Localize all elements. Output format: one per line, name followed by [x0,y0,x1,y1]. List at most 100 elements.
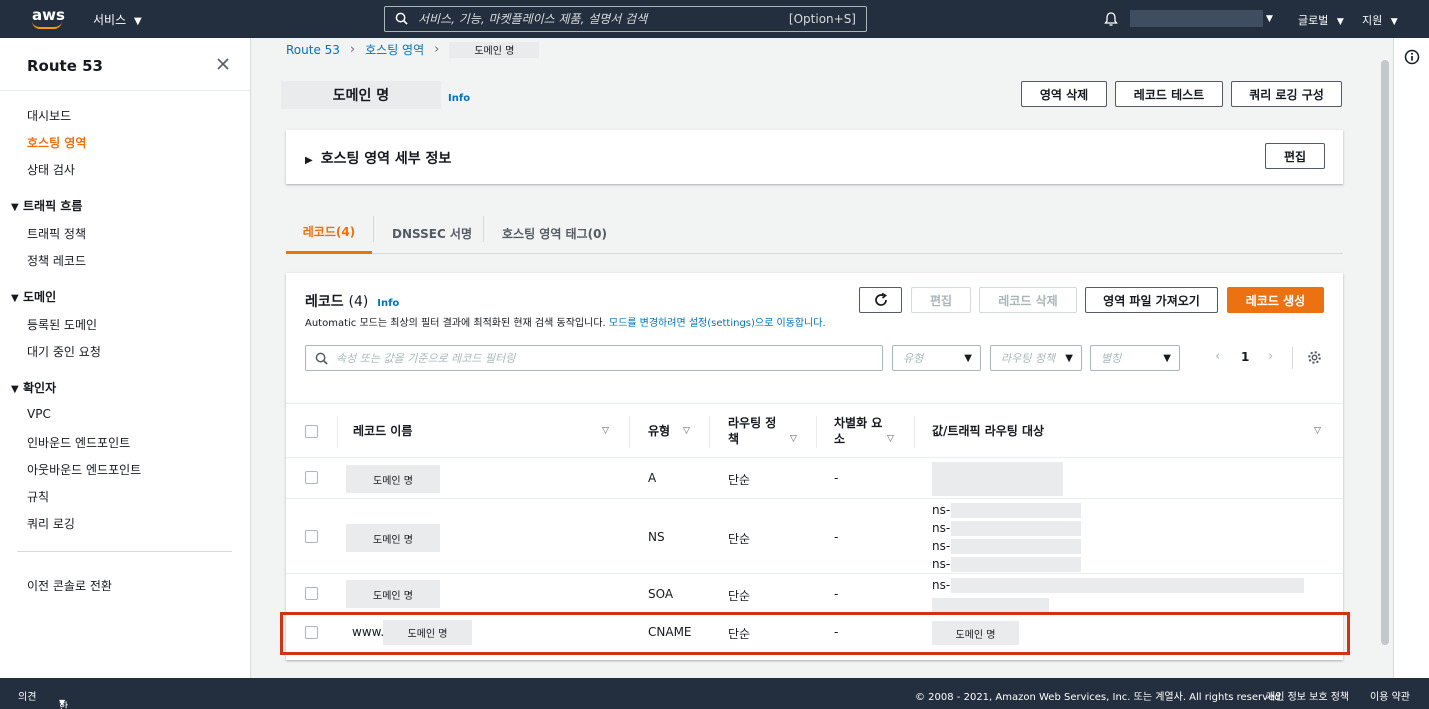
import-zone-file-button[interactable]: 영역 파일 가져오기 [1085,287,1218,313]
configure-query-logging-button[interactable]: 쿼리 로깅 구성 [1231,81,1342,107]
row-checkbox[interactable] [305,530,318,543]
search-shortcut: [Option+S] [788,12,856,26]
sidebar-item-outbound-endpoints[interactable]: 아웃바운드 엔드포인트 [27,461,141,478]
next-page-icon[interactable]: › [1268,349,1273,364]
record-type: A [648,471,657,485]
caret-down-icon: ▼ [11,293,19,304]
edit-details-button[interactable]: 편집 [1265,143,1325,169]
sidebar-item-pending-requests[interactable]: 대기 중인 요청 [27,343,101,360]
account-menu-button[interactable] [1130,10,1263,27]
refresh-button[interactable] [859,287,902,313]
page-title: 도메인 명 [281,81,441,109]
create-record-button[interactable]: 레코드 생성 [1227,287,1324,313]
sidebar-title[interactable]: Route 53 [27,57,103,75]
hosted-zone-details-toggle[interactable]: ▶ 호스팅 영역 세부 정보 [305,148,451,168]
row-checkbox[interactable] [305,587,318,600]
hosted-zone-details-panel: ▶ 호스팅 영역 세부 정보 편집 [286,130,1343,184]
row-checkbox[interactable] [305,471,318,484]
record-filter-input[interactable] [336,350,866,367]
select-all-checkbox[interactable] [305,425,318,438]
record-value: ns- [932,578,951,592]
caret-right-icon: ▶ [305,155,313,166]
caret-down-icon: ▼ [1163,353,1171,364]
column-routing-policy[interactable]: 라우팅 정책 [728,415,784,447]
record-differentiator: - [834,587,839,601]
test-record-button[interactable]: 레코드 테스트 [1115,81,1223,107]
page-info-link[interactable]: Info [448,93,470,104]
chevron-right-icon: › [434,42,440,57]
record-type: SOA [648,587,674,601]
terms-link[interactable]: 이용 약관 [1370,688,1410,703]
global-search-input[interactable] [418,10,768,28]
current-page[interactable]: 1 [1241,350,1249,364]
table-row[interactable]: 도메인 명 NS 단순 - ns- ns- ns- ns- [286,499,1343,574]
sidebar-item-inbound-endpoints[interactable]: 인바운드 엔드포인트 [27,434,130,451]
top-navigation: aws 서비스 ▼ [Option+S] ▼ 글로벌 ▼ 지원 ▼ [0,0,1429,38]
tab-records[interactable]: 레코드(4) [286,212,372,254]
record-value: ns- [932,539,951,553]
record-value: ns- [932,503,951,517]
aws-logo[interactable]: aws [32,6,65,32]
bell-icon[interactable] [1103,11,1119,27]
delete-record-button[interactable]: 레코드 삭제 [979,287,1077,313]
alias-filter-select[interactable]: 별칭 ▼ [1090,345,1180,371]
breadcrumb-route53[interactable]: Route 53 [286,43,340,57]
redacted-value [932,462,1063,496]
sort-icon[interactable]: ▽ [790,434,797,444]
global-search[interactable]: [Option+S] [384,6,867,32]
sidebar-item-traffic-policies[interactable]: 트래픽 정책 [27,225,86,242]
region-menu-button[interactable]: 글로벌 ▼ [1298,12,1344,28]
record-type: NS [648,530,665,544]
settings-link[interactable]: 모드를 변경하려면 설정(settings)으로 이동합니다. [609,318,826,329]
tab-tags[interactable]: 호스팅 영역 태그(0) [502,212,607,254]
column-type[interactable]: 유형 [648,423,670,439]
record-name: 도메인 명 [346,524,440,552]
support-menu-button[interactable]: 지원 ▼ [1362,12,1398,28]
sidebar-item-policy-records[interactable]: 정책 레코드 [27,252,86,269]
sort-icon[interactable]: ▽ [1314,426,1321,436]
sidebar-item-query-logging[interactable]: 쿼리 로깅 [27,515,75,532]
breadcrumb-hosted-zones[interactable]: 호스팅 영역 [365,41,424,58]
sidebar-section-domains[interactable]: ▼ 도메인 [11,288,56,305]
column-record-name[interactable]: 레코드 이름 [353,423,412,439]
privacy-policy-link[interactable]: 개인 정보 보호 정책 [1266,688,1349,703]
records-table-header: 레코드 이름 ▽ 유형 ▽ 라우팅 정책 ▽ 차별화 요소 ▽ 값/트래픽 라우… [286,403,1343,458]
caret-down-icon: ▼ [11,384,19,395]
services-menu-button[interactable]: 서비스 ▼ [93,11,142,28]
breadcrumb: Route 53 › 호스팅 영역 › 도메인 명 [286,41,540,58]
sidebar-item-rules[interactable]: 규칙 [27,488,49,505]
edit-record-button[interactable]: 편집 [911,287,971,313]
gear-icon[interactable] [1307,350,1322,365]
table-row[interactable]: 도메인 명 A 단순 - [286,458,1343,499]
routing-policy-filter-select[interactable]: 라우팅 정책 ▼ [990,345,1082,371]
sidebar-item-hosted-zones[interactable]: 호스팅 영역 [27,134,86,151]
record-filter[interactable] [305,345,883,371]
feedback-link[interactable]: 의견 [18,688,36,703]
type-filter-select[interactable]: 유형 ▼ [892,345,981,371]
sort-icon[interactable]: ▽ [683,426,690,436]
previous-page-icon[interactable]: ‹ [1215,349,1220,364]
tab-dnssec[interactable]: DNSSEC 서명 [392,212,472,254]
sidebar-section-resolver[interactable]: ▼ 확인자 [11,379,56,396]
sidebar-item-dashboard[interactable]: 대시보드 [27,107,71,124]
column-differentiator[interactable]: 차별화 요소 [834,415,892,447]
table-row[interactable]: 도메인 명 SOA 단순 - ns- [286,574,1343,613]
records-title: 레코드 (4) Info [305,294,400,310]
sort-icon[interactable]: ▽ [887,434,894,444]
close-icon[interactable] [216,57,230,71]
page-scrollbar[interactable] [1381,60,1389,645]
tabs: 레코드(4) DNSSEC 서명 호스팅 영역 태그(0) [286,212,1343,254]
info-icon[interactable] [1404,49,1420,65]
column-value[interactable]: 값/트래픽 라우팅 대상 [932,423,1044,439]
sidebar-item-legacy-console[interactable]: 이전 콘솔로 전환 [27,577,112,594]
sidebar-item-registered-domains[interactable]: 등록된 도메인 [27,316,97,333]
sort-icon[interactable]: ▽ [602,426,609,436]
sidebar-item-vpc[interactable]: VPC [27,407,51,421]
record-policy: 단순 [728,532,751,546]
sidebar-section-traffic-flow[interactable]: ▼ 트래픽 흐름 [11,197,82,214]
record-value: ns- [932,521,951,535]
sidebar-item-health-checks[interactable]: 상태 검사 [27,161,75,178]
delete-zone-button[interactable]: 영역 삭제 [1021,81,1107,107]
records-info-link[interactable]: Info [377,298,399,309]
record-value: ns- [932,557,951,571]
